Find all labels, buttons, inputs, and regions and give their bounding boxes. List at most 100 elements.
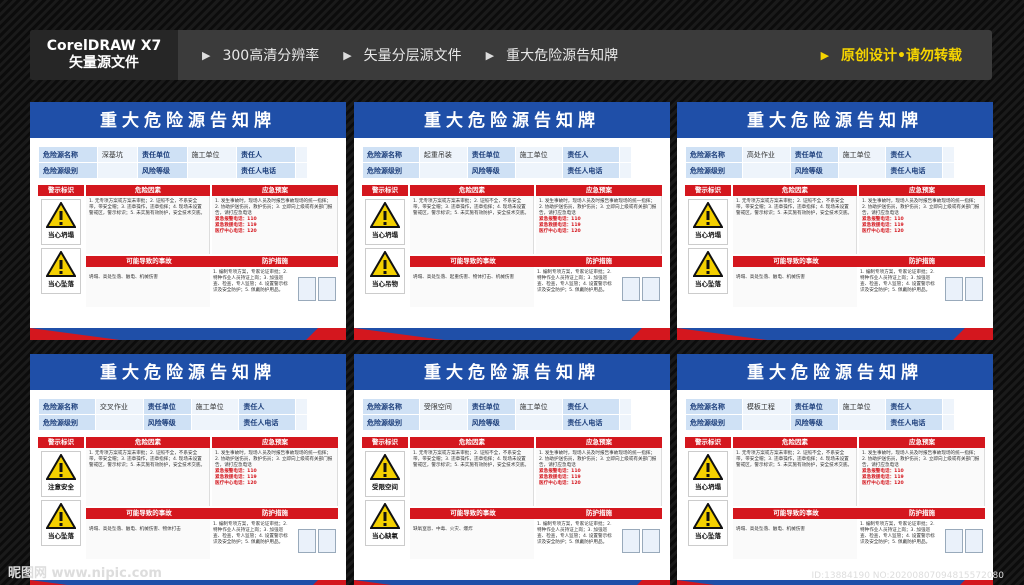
warn-header: 警示标识 bbox=[362, 437, 408, 448]
lower-header: 可能导致的事故 防护措施 bbox=[410, 256, 662, 267]
warning-sign: 当心坠落 bbox=[688, 500, 728, 546]
info-table: 危险源名称 起重吊装 责任单位 施工单位 责任人 危险源级别 风险等级 责任人电… bbox=[362, 146, 632, 179]
plan-header: 应急预案 bbox=[536, 437, 662, 448]
factor-header: 危险因素 bbox=[86, 185, 210, 196]
worker-icon bbox=[622, 277, 640, 301]
lower-header: 可能导致的事故 防护措施 bbox=[733, 508, 985, 519]
play-icon: ▶ bbox=[820, 48, 830, 62]
board-footer-stripe bbox=[354, 580, 670, 585]
phone-120: 医疗中心电话：120 bbox=[862, 481, 904, 486]
officer-icon bbox=[965, 277, 983, 301]
sign-label: 当心坠落 bbox=[48, 280, 74, 288]
factor-header: 危险因素 bbox=[733, 185, 857, 196]
label-name: 危险源名称 bbox=[685, 398, 743, 415]
accident-text: 坍塌、高处坠落、触电、机械伤害 bbox=[733, 267, 857, 307]
label-phone: 责任人电话 bbox=[885, 162, 944, 179]
measure-cell: 1. 编制专项方案，专家论证审批；2. 特种作业人员持证上岗；3. 加强巡查、检… bbox=[534, 267, 662, 307]
warning-sign: 当心缺氧 bbox=[365, 500, 405, 546]
label-level: 危险源级别 bbox=[38, 414, 96, 431]
worker-icon bbox=[622, 529, 640, 553]
accident-text: 缺氧窒息、中毒、火灾、爆炸 bbox=[410, 519, 534, 559]
unit-value: 施工单位 bbox=[186, 146, 238, 163]
label-person: 责任人 bbox=[562, 146, 621, 163]
sign-label: 当心坍塌 bbox=[695, 231, 721, 239]
warn-header: 警示标识 bbox=[362, 185, 408, 196]
measure-header: 防护措施 bbox=[262, 257, 288, 265]
phone-120: 医疗中心电话：120 bbox=[862, 229, 904, 234]
officer-icon bbox=[318, 277, 336, 301]
brand-block: CorelDRAW X7 矢量源文件 bbox=[30, 30, 178, 80]
worker-figures bbox=[298, 277, 336, 301]
sign-label: 当心坍塌 bbox=[695, 483, 721, 491]
plan-text: 1. 发生事故时，现场人员及时报告事故现场的统一指挥；2. 协助护送伤员，救护伤… bbox=[539, 199, 657, 216]
warning-sign: 当心吊物 bbox=[365, 248, 405, 294]
worker-icon bbox=[945, 277, 963, 301]
plan-cell: 1. 发生事故时，现场人员及时报告事故现场的统一指挥；2. 协助护送伤员，救护伤… bbox=[212, 448, 338, 506]
sign-label: 当心坍塌 bbox=[48, 231, 74, 239]
label-phone: 责任人电话 bbox=[562, 162, 621, 179]
plan-text: 1. 发生事故时，现场人员及时报告事故现场的统一指挥；2. 协助护送伤员，救护伤… bbox=[539, 451, 657, 468]
measure-cell: 1. 编制专项方案，专家论证审批；2. 特种作业人员持证上岗；3. 加强巡查、检… bbox=[534, 519, 662, 559]
factor-text: 1. 无专项方案或方案未审批；2. 证照不全，不系安全带，带安全帽；3. 违章操… bbox=[733, 196, 857, 254]
warning-sign: 当心坠落 bbox=[41, 248, 81, 294]
sign-label: 受限空间 bbox=[372, 483, 398, 491]
warning-triangle-icon bbox=[693, 202, 723, 228]
watermark-id: ID:13884190 NO:20200807094815572080 bbox=[811, 571, 1005, 581]
label-phone: 责任人电话 bbox=[238, 414, 297, 431]
label-person: 责任人 bbox=[562, 398, 621, 415]
label-level: 危险源级别 bbox=[38, 162, 98, 179]
officer-icon bbox=[642, 529, 660, 553]
label-phone: 责任人电话 bbox=[236, 162, 296, 179]
info-table: 危险源名称 交叉作业 责任单位 施工单位 责任人 危险源级别 风险等级 责任人电… bbox=[38, 398, 308, 431]
warn-header: 警示标识 bbox=[685, 185, 731, 196]
factor-text: 1. 无专项方案或方案未审批；2. 证照不全，不系安全带，带安全帽；3. 违章操… bbox=[733, 448, 857, 506]
info-table: 危险源名称 受限空间 责任单位 施工单位 责任人 危险源级别 风险等级 责任人电… bbox=[362, 398, 632, 431]
factor-header: 危险因素 bbox=[733, 437, 857, 448]
accident-header: 可能导致的事故 bbox=[126, 509, 172, 517]
board-footer-stripe bbox=[354, 328, 670, 340]
warn-header: 警示标识 bbox=[38, 185, 84, 196]
sign-label: 当心坠落 bbox=[695, 280, 721, 288]
plan-header: 应急预案 bbox=[859, 185, 985, 196]
warning-triangle-icon bbox=[370, 454, 400, 480]
measure-header: 防护措施 bbox=[262, 509, 288, 517]
warning-sign: 当心坠落 bbox=[41, 500, 81, 546]
info-table: 危险源名称 深基坑 责任单位 施工单位 责任人 危险源级别 风险等级 责任人电话 bbox=[38, 146, 309, 179]
watermark-site: 昵图网 www.nipic.com bbox=[8, 566, 162, 581]
warning-sign: 当心坍塌 bbox=[688, 199, 728, 245]
accident-text: 坍塌、高处坠落、触电、机械伤害、物体打击 bbox=[86, 519, 210, 559]
hazard-name: 交叉作业 bbox=[94, 398, 144, 415]
plan-text: 1. 发生事故时，现场人员及时报告事故现场的统一指挥；2. 协助护送伤员，救护伤… bbox=[862, 199, 980, 216]
measure-text: 1. 编制专项方案，专家论证审批；2. 特种作业人员持证上岗；3. 加强巡查、检… bbox=[860, 522, 935, 545]
label-phone: 责任人电话 bbox=[562, 414, 621, 431]
hazard-name: 起重吊装 bbox=[418, 146, 468, 163]
label-unit: 责任单位 bbox=[142, 398, 192, 415]
hazard-name: 模板工程 bbox=[741, 398, 791, 415]
board-title: 重大危险源告知牌 bbox=[677, 102, 993, 140]
warning-triangle-icon bbox=[693, 503, 723, 529]
unit-value: 施工单位 bbox=[514, 146, 564, 163]
warning-triangle-icon bbox=[46, 251, 76, 277]
warning-sign: 当心坍塌 bbox=[41, 199, 81, 245]
measure-cell: 1. 编制专项方案，专家论证审批；2. 特种作业人员持证上岗；3. 加强巡查、检… bbox=[210, 267, 338, 307]
label-unit: 责任单位 bbox=[789, 146, 839, 163]
plan-header: 应急预案 bbox=[212, 437, 338, 448]
label-level: 危险源级别 bbox=[685, 414, 743, 431]
label-unit: 责任单位 bbox=[466, 146, 516, 163]
label-risk: 风险等级 bbox=[789, 414, 839, 431]
warning-triangle-icon bbox=[370, 503, 400, 529]
label-person: 责任人 bbox=[238, 398, 297, 415]
lower-header: 可能导致的事故 防护措施 bbox=[86, 256, 338, 267]
factor-header: 危险因素 bbox=[86, 437, 210, 448]
factor-text: 1. 无专项方案或方案未审批；2. 证照不全，不系安全带，带安全帽；3. 违章操… bbox=[86, 448, 210, 506]
warning-sign: 当心坠落 bbox=[688, 248, 728, 294]
plan-cell: 1. 发生事故时，现场人员及时报告事故现场的统一指挥；2. 协助护送伤员，救护伤… bbox=[536, 196, 662, 254]
feature-item: ▶ 矢量分层源文件 bbox=[343, 48, 462, 64]
accident-text: 坍塌、高处坠落、触电、机械伤害 bbox=[86, 267, 210, 307]
plan-cell: 1. 发生事故时，现场人员及时报告事故现场的统一指挥；2. 协助护送伤员，救护伤… bbox=[859, 196, 985, 254]
measure-header: 防护措施 bbox=[586, 509, 612, 517]
warn-header: 警示标识 bbox=[685, 437, 731, 448]
factor-text: 1. 无专项方案或方案未审批；2. 证照不全，不系安全带，带安全帽；3. 违章操… bbox=[410, 448, 534, 506]
hazard-name: 受限空间 bbox=[418, 398, 468, 415]
board-title: 重大危险源告知牌 bbox=[354, 102, 670, 140]
